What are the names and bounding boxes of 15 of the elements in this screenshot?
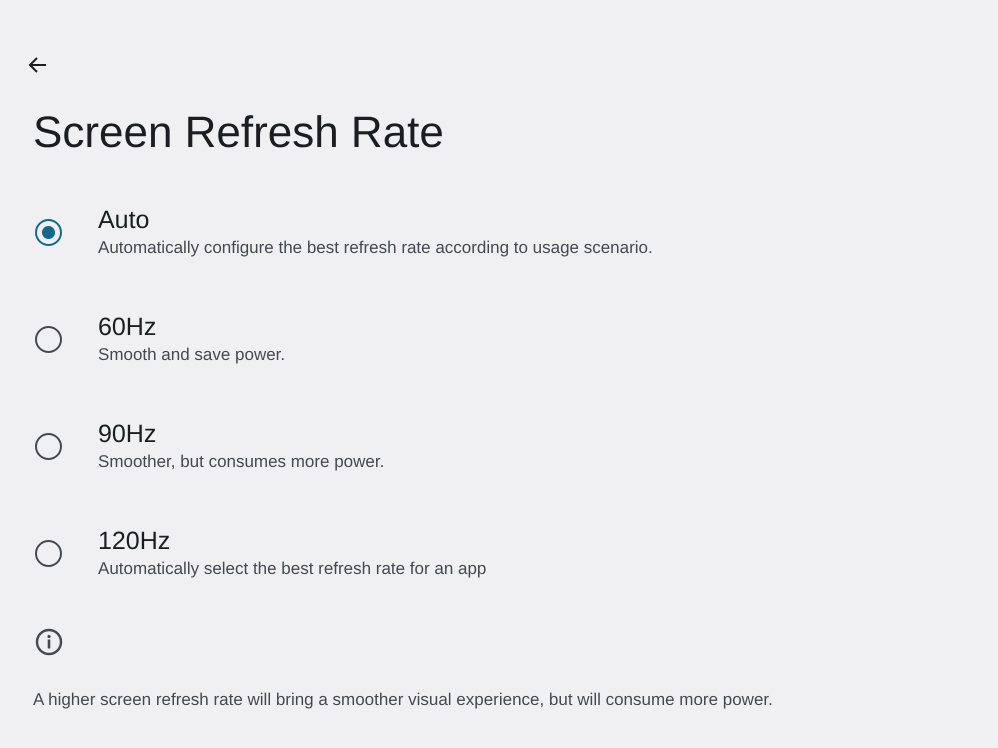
radio-button[interactable] — [35, 540, 62, 566]
option-label: 60Hz — [98, 312, 156, 343]
option-description: Automatically configure the best refresh rate according to usage scenario. — [98, 237, 653, 259]
option-description: Automatically select the best refresh rate for an app — [98, 558, 486, 580]
option-label: 90Hz — [98, 419, 156, 450]
option-description: Smoother, but consumes more power. — [98, 451, 384, 473]
info-icon — [35, 628, 63, 656]
option-label: 120Hz — [98, 526, 170, 557]
option-label: Auto — [98, 205, 150, 236]
info-note: A higher screen refresh rate will bring a smoother visual experience, but will consume more power. — [33, 689, 773, 711]
radio-button[interactable] — [35, 218, 62, 246]
option-description: Smooth and save power. — [98, 344, 286, 366]
page-title: Screen Refresh Rate — [33, 107, 444, 159]
radio-button[interactable] — [35, 432, 62, 460]
radio-button[interactable] — [35, 326, 62, 352]
